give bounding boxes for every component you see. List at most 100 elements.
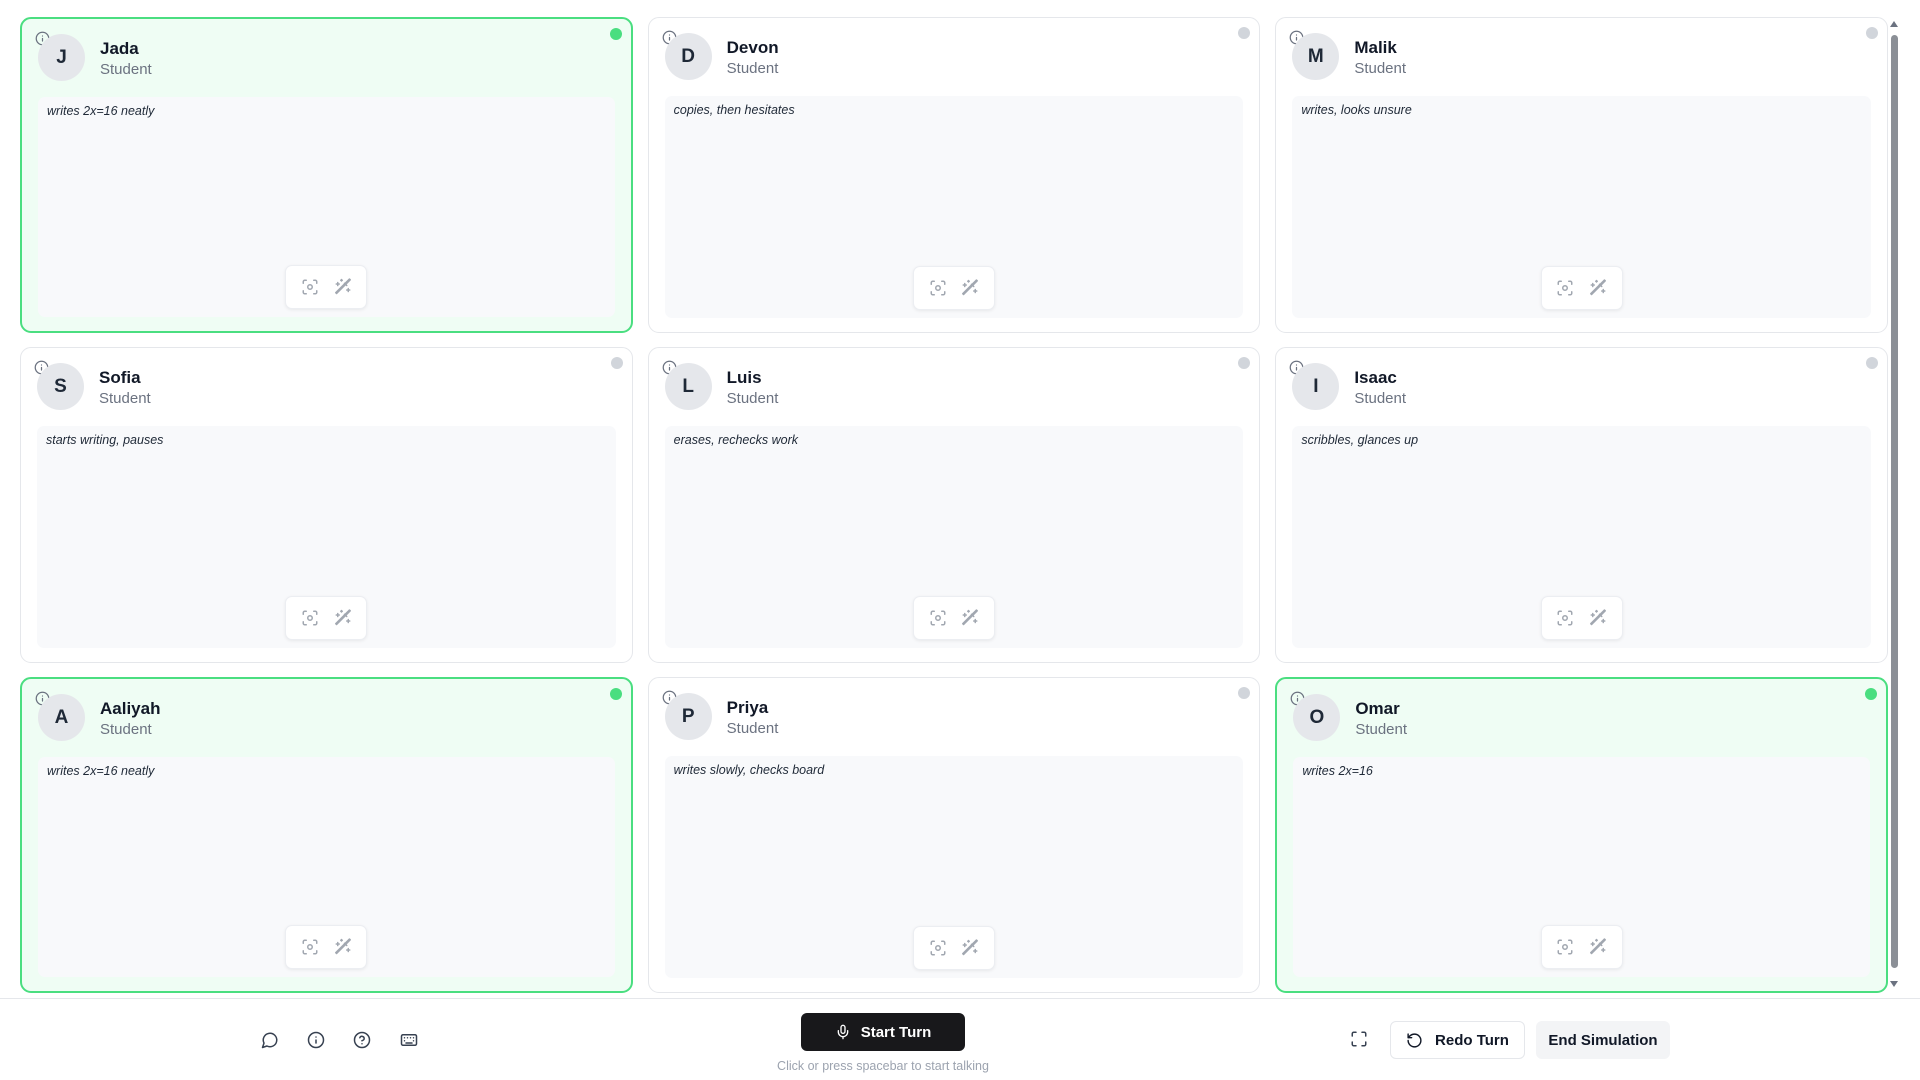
status-dot <box>1238 687 1251 699</box>
student-role: Student <box>1354 60 1407 77</box>
focus-capture-icon[interactable] <box>301 609 319 627</box>
scroll-up-arrow[interactable] <box>1890 21 1898 27</box>
focus-capture-icon[interactable] <box>929 939 947 957</box>
student-card[interactable]: D Devon Student copies, then hesitates <box>647 17 1261 333</box>
magic-wand-icon[interactable] <box>334 938 352 956</box>
magic-wand-icon[interactable] <box>1589 938 1607 956</box>
student-work-area: copies, then hesitates <box>664 96 1244 318</box>
student-role: Student <box>100 721 152 738</box>
magic-wand-icon[interactable] <box>961 939 979 957</box>
student-action-note: starts writing, pauses <box>46 433 164 447</box>
student-action-note: writes 2x=16 neatly <box>47 764 155 778</box>
student-work-area: erases, rechecks work <box>664 426 1244 648</box>
status-dot <box>1238 357 1251 369</box>
student-name: Aaliyah <box>100 699 161 718</box>
control-bar: Start Turn Click or press spacebar to st… <box>0 998 1920 1080</box>
student-work-area: writes, looks unsure <box>1292 96 1871 318</box>
card-toolbar <box>912 926 995 970</box>
card-toolbar <box>285 265 368 309</box>
card-toolbar <box>1540 925 1623 969</box>
student-card[interactable]: M Malik Student writes, looks unsure <box>1275 17 1888 333</box>
avatar: O <box>1293 694 1341 741</box>
end-simulation-button[interactable]: End Simulation <box>1536 1021 1670 1059</box>
student-role: Student <box>726 720 779 737</box>
student-card[interactable]: L Luis Student erases, rechecks work <box>647 347 1261 663</box>
status-dot <box>1866 27 1878 39</box>
avatar: P <box>664 693 712 740</box>
start-turn-hint: Click or press spacebar to start talking <box>777 1059 989 1073</box>
student-name: Devon <box>726 38 779 57</box>
student-card[interactable]: P Priya Student writes slowly, checks bo… <box>647 677 1261 993</box>
info-icon[interactable] <box>307 1031 325 1049</box>
student-card[interactable]: S Sofia Student starts writing, pauses <box>20 347 633 663</box>
magic-wand-icon[interactable] <box>334 278 352 296</box>
fullscreen-icon[interactable] <box>1350 1030 1368 1048</box>
status-dot <box>1866 357 1878 369</box>
card-toolbar <box>912 266 995 310</box>
status-dot <box>610 357 623 369</box>
magic-wand-icon[interactable] <box>961 279 979 297</box>
redo-turn-label: Redo Turn <box>1435 1031 1509 1049</box>
avatar: I <box>1292 363 1340 410</box>
end-simulation-label: End Simulation <box>1548 1031 1658 1049</box>
student-action-note: copies, then hesitates <box>673 103 795 117</box>
card-toolbar <box>285 596 368 640</box>
student-action-note: scribbles, glances up <box>1301 433 1419 447</box>
focus-capture-icon[interactable] <box>1556 609 1574 627</box>
help-icon[interactable] <box>353 1031 371 1049</box>
student-role: Student <box>726 60 779 77</box>
student-card[interactable]: I Isaac Student scribbles, glances up <box>1275 347 1888 663</box>
student-work-area: starts writing, pauses <box>37 426 616 648</box>
student-card[interactable]: O Omar Student writes 2x=16 <box>1275 677 1888 993</box>
student-action-note: writes 2x=16 <box>1302 764 1373 778</box>
student-role: Student <box>1355 721 1408 738</box>
focus-capture-icon[interactable] <box>1556 938 1574 956</box>
microphone-icon <box>835 1024 851 1040</box>
student-name: Luis <box>726 368 762 387</box>
status-dot <box>609 688 622 700</box>
keyboard-icon[interactable] <box>400 1031 418 1049</box>
student-action-note: writes 2x=16 neatly <box>47 104 155 118</box>
student-card[interactable]: A Aaliyah Student writes 2x=16 neatly <box>20 677 633 993</box>
avatar: M <box>1292 33 1340 80</box>
focus-capture-icon[interactable] <box>301 938 319 956</box>
status-dot <box>609 28 622 40</box>
magic-wand-icon[interactable] <box>334 609 352 627</box>
student-name: Priya <box>726 698 769 717</box>
student-grid: J Jada Student writes 2x=16 neatly D Dev… <box>20 17 1888 993</box>
student-name: Malik <box>1354 38 1397 57</box>
focus-capture-icon[interactable] <box>301 278 319 296</box>
student-name: Isaac <box>1354 368 1397 387</box>
card-toolbar <box>912 596 995 640</box>
status-dot <box>1238 27 1251 39</box>
magic-wand-icon[interactable] <box>1589 279 1607 297</box>
student-action-note: writes slowly, checks board <box>673 763 825 777</box>
student-work-area: writes 2x=16 neatly <box>38 97 615 317</box>
student-work-area: writes 2x=16 neatly <box>38 757 615 977</box>
focus-capture-icon[interactable] <box>929 279 947 297</box>
student-name: Sofia <box>99 368 141 387</box>
focus-capture-icon[interactable] <box>929 609 947 627</box>
avatar: S <box>37 363 84 410</box>
redo-turn-button[interactable]: Redo Turn <box>1390 1021 1525 1059</box>
card-toolbar <box>1540 596 1623 640</box>
card-toolbar <box>1540 266 1623 310</box>
focus-capture-icon[interactable] <box>1556 279 1574 297</box>
student-card[interactable]: J Jada Student writes 2x=16 neatly <box>20 17 633 333</box>
student-role: Student <box>1354 390 1407 407</box>
avatar: D <box>664 33 712 80</box>
scroll-down-arrow[interactable] <box>1890 981 1898 987</box>
magic-wand-icon[interactable] <box>1589 609 1607 627</box>
student-role: Student <box>100 61 152 78</box>
scrollbar-thumb[interactable] <box>1891 35 1898 968</box>
vertical-scrollbar[interactable] <box>1889 17 1900 987</box>
magic-wand-icon[interactable] <box>961 609 979 627</box>
student-work-area: scribbles, glances up <box>1292 426 1871 648</box>
chat-icon[interactable] <box>261 1031 279 1049</box>
student-work-area: writes slowly, checks board <box>664 756 1244 978</box>
student-role: Student <box>726 390 779 407</box>
start-turn-button[interactable]: Start Turn <box>801 1013 965 1051</box>
student-action-note: writes, looks unsure <box>1301 103 1412 117</box>
avatar: L <box>664 363 712 410</box>
student-name: Omar <box>1355 699 1400 718</box>
